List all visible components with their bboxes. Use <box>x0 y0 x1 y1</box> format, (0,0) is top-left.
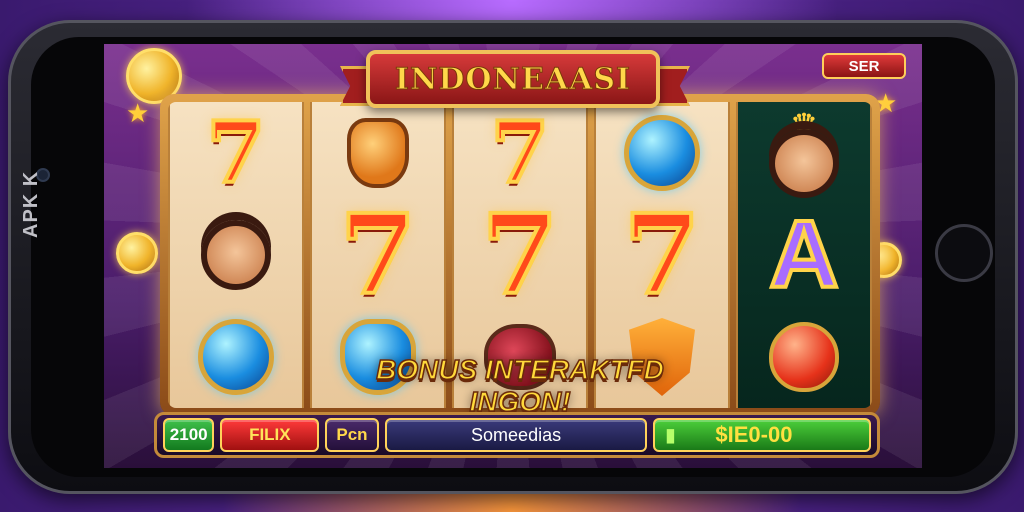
control-bar: 2100 FILIX Pcn Someedias ▮ $IE0-00 <box>154 412 880 458</box>
reel-5: ♛ A <box>736 102 872 408</box>
girl-face-icon <box>201 220 271 290</box>
symbol-seven: 7 <box>489 103 551 202</box>
bet-value-button[interactable]: 2100 <box>163 418 215 452</box>
menu-badge-button[interactable]: SER <box>822 53 906 79</box>
symbol-seven: 7 <box>205 103 267 202</box>
symbol-orb <box>186 312 286 402</box>
game-title-banner: INDONEAASI <box>366 50 660 108</box>
symbol-jar <box>328 108 428 198</box>
symbol-seven: 7 <box>480 190 561 319</box>
info-display: Someedias <box>384 418 648 452</box>
win-display: ▮ $IE0-00 <box>653 418 871 452</box>
cash-icon: ▮ <box>665 424 676 445</box>
symbol-queen: ♛ <box>754 108 854 198</box>
spin-button[interactable]: FILIX <box>220 418 320 452</box>
queen-face-icon <box>769 129 839 198</box>
symbol-apple <box>754 312 854 402</box>
game-screen: ★ ★ 7 7 7 7 7 ♛ A INDONEAASI SER BONUS I… <box>104 44 922 468</box>
reel-1: 7 <box>168 102 304 408</box>
win-value: $IE0-00 <box>715 422 793 447</box>
jar-icon <box>347 118 409 188</box>
symbol-seven: 7 <box>622 190 703 319</box>
orb-icon <box>624 115 700 191</box>
symbol-girl <box>186 210 286 300</box>
orb-icon <box>198 319 274 395</box>
symbol-orb <box>612 108 712 198</box>
symbol-letter-a: A <box>767 199 840 310</box>
device-side-label: APK K <box>20 170 42 238</box>
apple-icon <box>769 322 839 392</box>
home-button[interactable] <box>935 224 993 282</box>
symbol-seven: 7 <box>338 190 419 319</box>
coin-icon <box>116 232 158 274</box>
mode-button[interactable]: Pcn <box>325 418 379 452</box>
game-title: INDONEAASI <box>394 61 632 97</box>
star-icon: ★ <box>126 98 150 128</box>
bonus-text: BONUS INTERAKTFD INGON! <box>375 353 664 418</box>
